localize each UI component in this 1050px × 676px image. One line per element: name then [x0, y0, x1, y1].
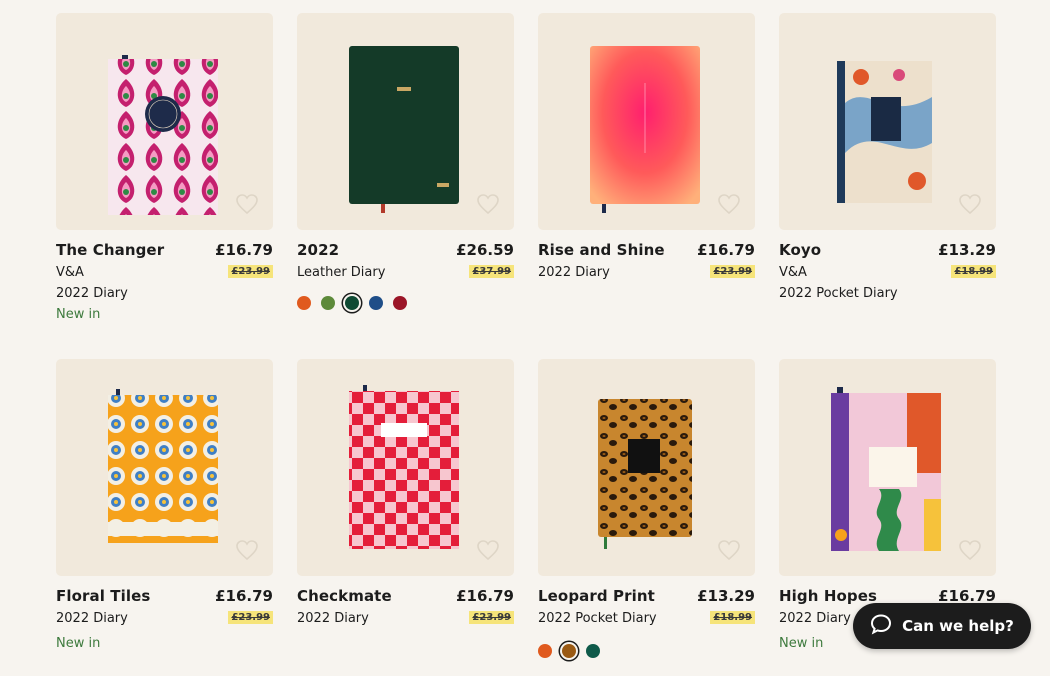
product-subtitle: 2022 Diary — [779, 611, 851, 626]
product-image[interactable] — [297, 13, 514, 230]
product-price: £26.59 — [456, 241, 514, 259]
heart-icon[interactable] — [476, 538, 500, 562]
product-name[interactable]: Leopard Print — [538, 587, 655, 605]
original-price: £23.99 — [228, 265, 273, 278]
original-price: £23.99 — [228, 611, 273, 624]
new-in-badge: New in — [56, 636, 101, 651]
colour-swatches — [297, 296, 407, 310]
product-name[interactable]: Checkmate — [297, 587, 392, 605]
heart-icon[interactable] — [717, 538, 741, 562]
product-card[interactable]: Koyo £13.29 £18.99 V&A 2022 Pocket Diary — [779, 13, 996, 353]
product-image[interactable] — [56, 13, 273, 230]
product-price: £16.79 — [215, 241, 273, 259]
product-card[interactable]: Floral Tiles £16.79 £23.99 2022 Diary Ne… — [56, 359, 273, 669]
product-subtitle: 2022 Diary — [538, 265, 610, 280]
product-card[interactable]: Leopard Print £13.29 £18.99 2022 Pocket … — [538, 359, 755, 669]
product-price: £16.79 — [456, 587, 514, 605]
original-price: £37.99 — [469, 265, 514, 278]
colour-swatch-brown[interactable] — [562, 644, 576, 658]
product-subtitle: 2022 Pocket Diary — [538, 611, 657, 626]
heart-icon[interactable] — [235, 538, 259, 562]
original-price: £18.99 — [951, 265, 996, 278]
colour-swatches — [538, 644, 600, 658]
product-price: £16.79 — [215, 587, 273, 605]
heart-icon[interactable] — [717, 192, 741, 216]
colour-swatch-blue[interactable] — [369, 296, 383, 310]
product-card[interactable]: Checkmate £16.79 £23.99 2022 Diary — [297, 359, 514, 669]
product-price: £13.29 — [697, 587, 755, 605]
heart-icon[interactable] — [235, 192, 259, 216]
product-image[interactable] — [297, 359, 514, 576]
product-image[interactable] — [779, 359, 996, 576]
product-name[interactable]: Rise and Shine — [538, 241, 665, 259]
product-image[interactable] — [538, 13, 755, 230]
colour-swatch-green[interactable] — [321, 296, 335, 310]
product-card[interactable]: Rise and Shine £16.79 £23.99 2022 Diary — [538, 13, 755, 353]
new-in-badge: New in — [56, 307, 101, 322]
heart-icon[interactable] — [958, 538, 982, 562]
product-image[interactable] — [779, 13, 996, 230]
heart-icon[interactable] — [476, 192, 500, 216]
product-subtitle: 2022 Diary — [297, 611, 369, 626]
colour-swatch-orange[interactable] — [297, 296, 311, 310]
original-price: £18.99 — [710, 611, 755, 624]
product-name[interactable]: The Changer — [56, 241, 164, 259]
product-card[interactable]: 2022 £26.59 £37.99 Leather Diary — [297, 13, 514, 353]
product-subtitle: 2022 Pocket Diary — [779, 286, 898, 301]
colour-swatch-red[interactable] — [393, 296, 407, 310]
product-name[interactable]: Koyo — [779, 241, 821, 259]
help-chat-button[interactable]: Can we help? — [853, 603, 1031, 649]
colour-swatch-orange[interactable] — [538, 644, 552, 658]
product-subtitle: 2022 Diary — [56, 286, 128, 301]
product-name[interactable]: High Hopes — [779, 587, 877, 605]
product-subtitle: V&A — [779, 265, 807, 280]
help-button-label: Can we help? — [902, 617, 1014, 635]
product-price: £13.29 — [938, 241, 996, 259]
product-image[interactable] — [56, 359, 273, 576]
product-image[interactable] — [538, 359, 755, 576]
product-price: £16.79 — [697, 241, 755, 259]
original-price: £23.99 — [469, 611, 514, 624]
colour-swatch-teal[interactable] — [586, 644, 600, 658]
chat-bubble-icon — [870, 613, 892, 639]
product-card[interactable]: The Changer £16.79 £23.99 V&A 2022 Diary… — [56, 13, 273, 353]
product-subtitle: V&A — [56, 265, 84, 280]
product-grid: The Changer £16.79 £23.99 V&A 2022 Diary… — [56, 13, 996, 669]
product-subtitle: Leather Diary — [297, 265, 386, 280]
heart-icon[interactable] — [958, 192, 982, 216]
new-in-badge: New in — [779, 636, 824, 651]
original-price: £23.99 — [710, 265, 755, 278]
colour-swatch-dark-green[interactable] — [345, 296, 359, 310]
product-name[interactable]: Floral Tiles — [56, 587, 150, 605]
product-subtitle: 2022 Diary — [56, 611, 128, 626]
product-name[interactable]: 2022 — [297, 241, 339, 259]
